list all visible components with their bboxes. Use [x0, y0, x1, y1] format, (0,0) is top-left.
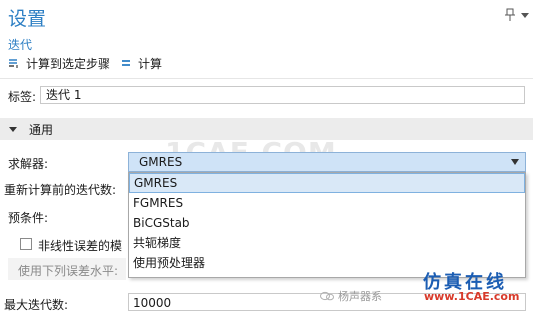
solver-dropdown-list: GMRES FGMRES BiCGStab 共轭梯度 使用预处理器	[128, 172, 526, 278]
compute-to-selected-icon	[9, 59, 18, 68]
compute-button[interactable]: 计算	[120, 55, 162, 72]
max-iterations-label: 最大迭代数:	[4, 298, 69, 312]
wechat-text: 杨声器系	[338, 290, 382, 303]
pin-icon[interactable]	[503, 8, 517, 22]
collapse-arrow-icon	[9, 127, 17, 132]
node-type-label: 迭代	[8, 38, 33, 52]
compute-to-selected-button[interactable]: 计算到选定步骤	[8, 55, 110, 72]
solver-option[interactable]: BiCGStab	[129, 213, 525, 233]
separator	[0, 78, 533, 79]
panel-menu-icon[interactable]	[520, 10, 530, 20]
max-iterations-value: 10000	[133, 296, 172, 310]
wechat-watermark: 杨声器系	[320, 288, 382, 304]
solver-option[interactable]: 共轭梯度	[129, 233, 525, 253]
nonlinear-error-label: 非线性误差的模	[38, 239, 123, 253]
error-level-label: 使用下列误差水平:	[18, 264, 119, 278]
solver-selected-value: GMRES	[139, 155, 183, 169]
compute-icon	[122, 60, 131, 66]
wechat-icon	[320, 291, 334, 301]
settings-panel: 设置 迭代 计算到选定步骤 计算 标签: 迭代 1 通用 求解器: GMRES …	[0, 0, 533, 312]
toolbar: 计算到选定步骤 计算	[8, 55, 172, 71]
solver-option[interactable]: FGMRES	[129, 193, 525, 213]
preconditioner-label: 预条件:	[8, 211, 49, 225]
solver-option[interactable]: GMRES	[129, 173, 525, 193]
label-field-label: 标签:	[8, 89, 37, 104]
section-title: 通用	[29, 122, 54, 137]
solver-select[interactable]: GMRES	[128, 152, 526, 172]
compute-to-selected-label: 计算到选定步骤	[26, 56, 111, 71]
restart-label: 重新计算前的迭代数:	[4, 183, 117, 197]
panel-title: 设置	[8, 8, 47, 30]
compute-label: 计算	[138, 56, 163, 71]
chevron-down-icon	[511, 159, 519, 165]
solver-label: 求解器:	[8, 157, 49, 171]
brand-url-text: www.1CAE.com	[424, 290, 520, 303]
label-field-input[interactable]: 迭代 1	[40, 86, 525, 104]
nonlinear-error-checkbox[interactable]	[20, 238, 32, 250]
